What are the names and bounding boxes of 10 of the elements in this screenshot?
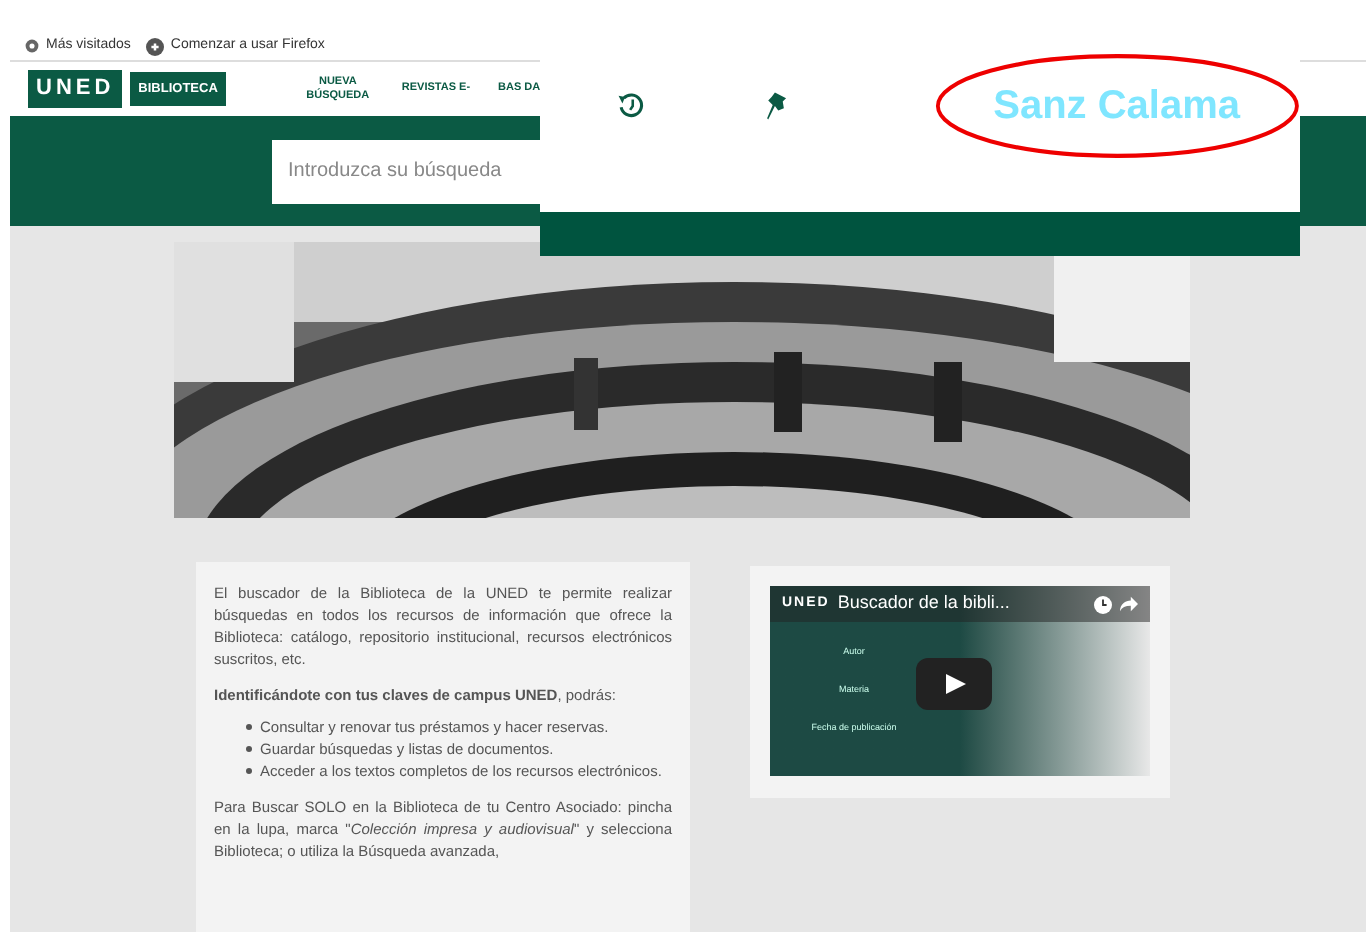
bullet-icon	[246, 724, 252, 730]
gear-icon	[24, 38, 40, 54]
video-title[interactable]: Buscador de la bibli...	[837, 590, 1010, 618]
logo-mark[interactable]: UNED	[28, 70, 123, 108]
bullet-icon	[246, 746, 252, 752]
play-button-icon[interactable]	[916, 658, 992, 710]
bullet-icon	[246, 768, 252, 774]
clock-icon[interactable]	[1094, 595, 1112, 613]
search-field[interactable]: Introduzca su búsqueda	[272, 139, 540, 203]
share-icon[interactable]	[1120, 596, 1138, 612]
